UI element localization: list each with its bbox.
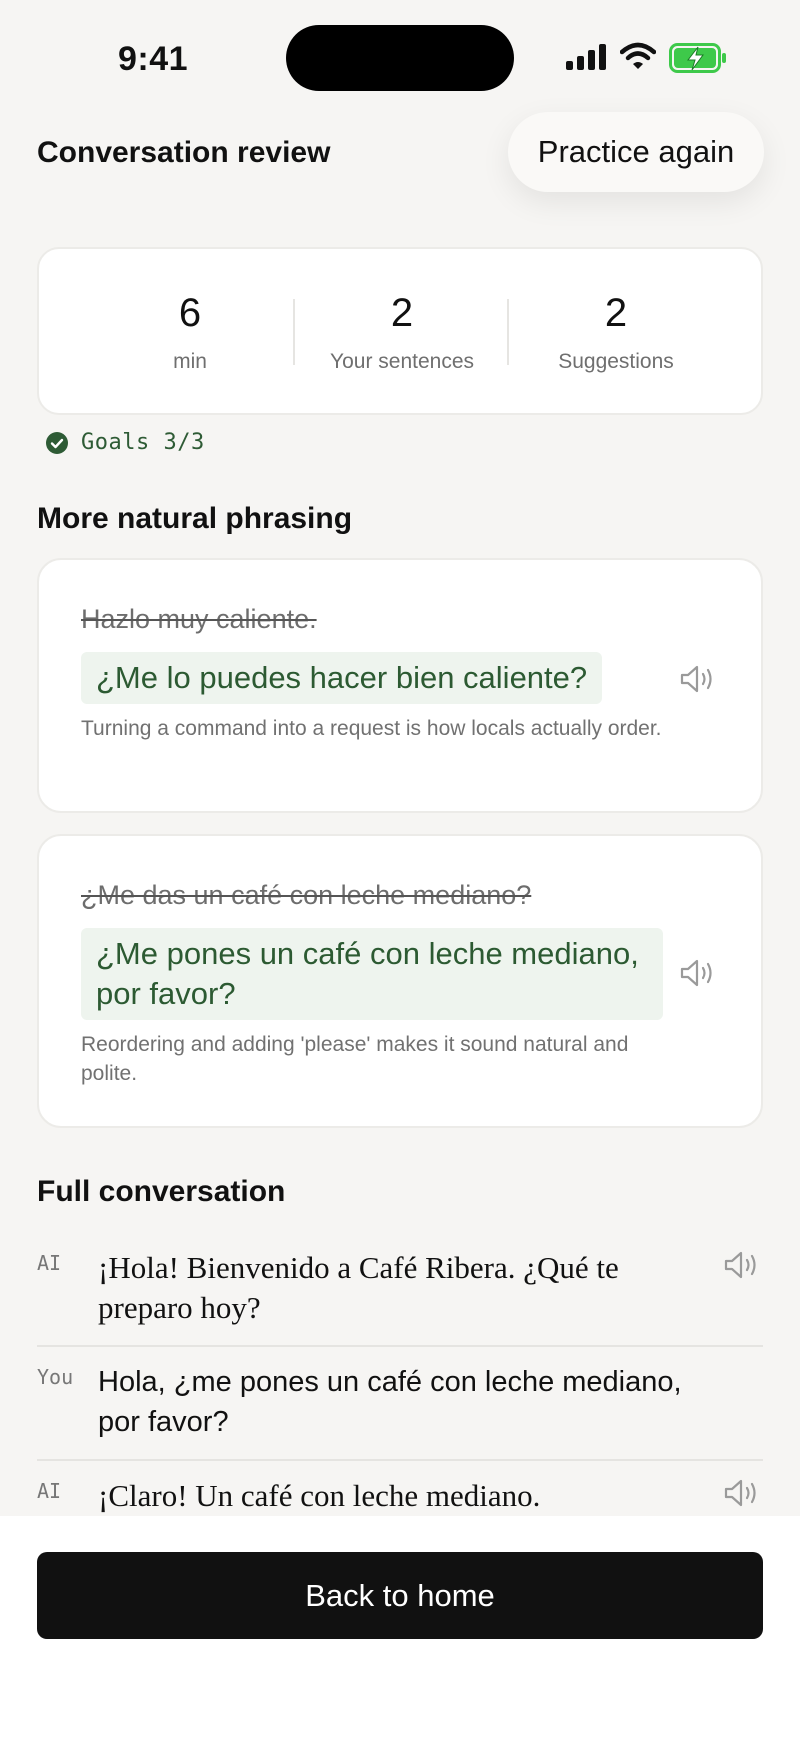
message-text: ¡Claro! Un café con leche mediano. bbox=[98, 1478, 541, 1513]
cellular-signal-icon bbox=[566, 44, 606, 70]
battery-charging-icon bbox=[669, 43, 726, 73]
goals-status: Goals 3/3 bbox=[45, 430, 205, 455]
wifi-icon bbox=[620, 42, 656, 69]
back-to-home-button[interactable]: Back to home bbox=[37, 1552, 763, 1639]
speaker-icon[interactable] bbox=[723, 1250, 761, 1280]
message-divider bbox=[37, 1345, 763, 1347]
stat-label: Your sentences bbox=[330, 350, 474, 373]
original-sentence: ¿Me das un café con leche mediano? bbox=[81, 880, 532, 910]
speaker-icon[interactable] bbox=[679, 664, 717, 694]
conversation-section-title: Full conversation bbox=[37, 1175, 286, 1208]
stat-label: min bbox=[173, 350, 207, 373]
check-circle-icon bbox=[46, 431, 68, 454]
speaker-tag: AI bbox=[37, 1479, 62, 1503]
practice-again-button[interactable]: Practice again bbox=[508, 112, 764, 192]
goals-text: Goals 3/3 bbox=[81, 430, 205, 455]
page-title: Conversation review bbox=[37, 136, 331, 169]
stat-label: Suggestions bbox=[558, 350, 674, 373]
message-row: AI ¡Hola! Bienvenido a Café Ribera. ¿Qué… bbox=[37, 1246, 763, 1346]
bottom-action-bar: Back to home bbox=[0, 1516, 800, 1738]
stat-value: 6 bbox=[178, 291, 202, 335]
message-divider bbox=[37, 1459, 763, 1461]
speaker-tag: You bbox=[37, 1365, 74, 1389]
suggested-sentence: ¿Me lo puedes hacer bien caliente? bbox=[81, 652, 603, 704]
suggested-sentence: ¿Me pones un café con leche mediano, por… bbox=[81, 928, 663, 1020]
stat-value: 2 bbox=[604, 291, 628, 335]
suggestion-card: Hazlo muy caliente. ¿Me lo puedes hacer … bbox=[37, 558, 763, 813]
stat-suggestions: 2 Suggestions bbox=[509, 291, 723, 374]
suggestion-card: ¿Me das un café con leche mediano? ¿Me p… bbox=[37, 834, 763, 1128]
dynamic-island bbox=[286, 25, 514, 91]
stat-value: 2 bbox=[390, 291, 414, 335]
status-bar: 9:41 bbox=[0, 0, 800, 110]
message-text: ¡Hola! Bienvenido a Café Ribera. ¿Qué te… bbox=[98, 1250, 619, 1325]
suggestion-note: Reordering and adding 'please' makes it … bbox=[81, 1033, 629, 1085]
original-sentence: Hazlo muy caliente. bbox=[81, 604, 317, 634]
conversation-review-screen: 9:41 Conversation review Practice again … bbox=[0, 0, 800, 1738]
message-row: You Hola, ¿me pones un café con leche me… bbox=[37, 1360, 763, 1460]
stat-duration: 6 min bbox=[83, 291, 297, 374]
speaker-tag: AI bbox=[37, 1251, 62, 1275]
speaker-icon[interactable] bbox=[679, 958, 717, 988]
speaker-icon[interactable] bbox=[723, 1478, 761, 1508]
message-text: Hola, ¿me pones un café con leche median… bbox=[98, 1366, 682, 1438]
stat-sentences: 2 Your sentences bbox=[295, 291, 509, 374]
stats-card: 6 min 2 Your sentences 2 Suggestions bbox=[37, 247, 763, 415]
suggestion-note: Turning a command into a request is how … bbox=[81, 717, 662, 740]
phrasing-section-title: More natural phrasing bbox=[37, 502, 353, 535]
status-time: 9:41 bbox=[118, 40, 189, 78]
